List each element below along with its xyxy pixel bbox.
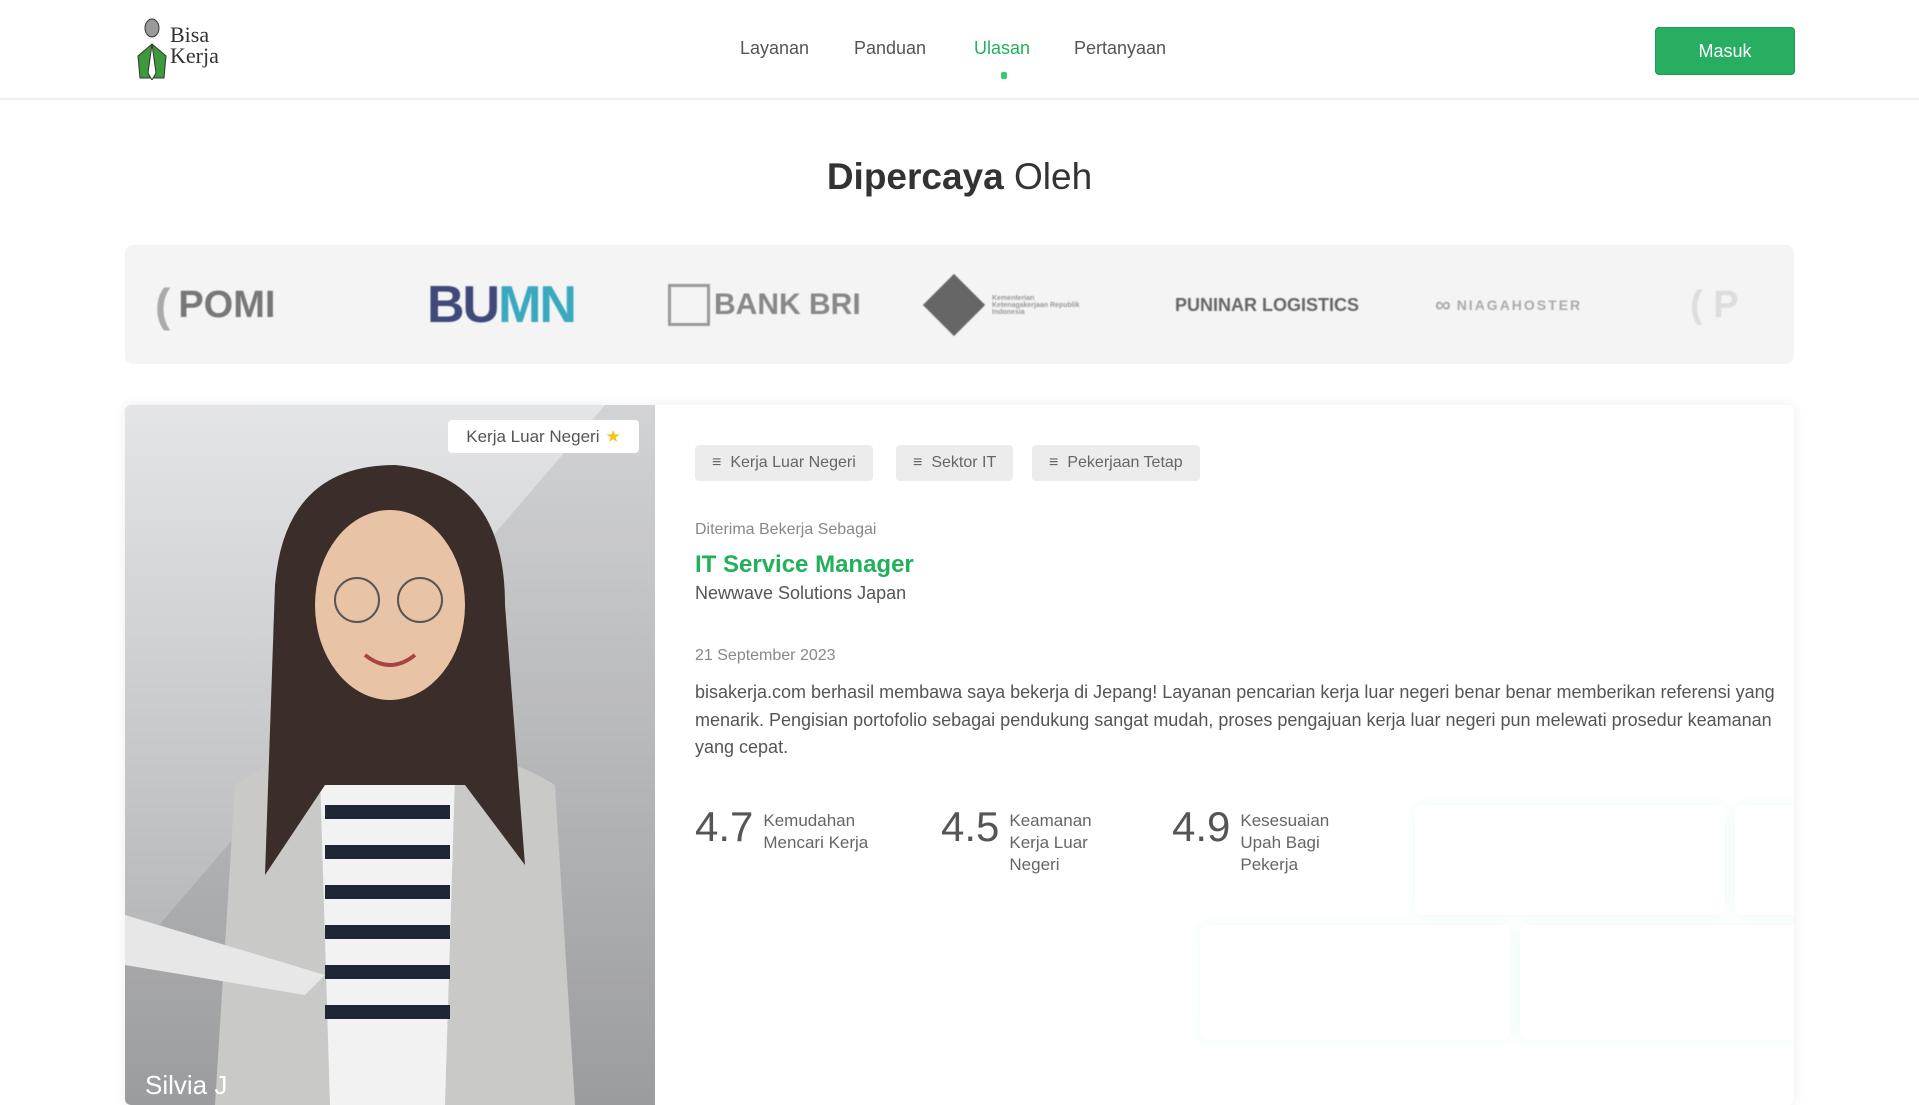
star-icon: ★: [605, 426, 621, 446]
section-title: Dipercaya Oleh: [826, 156, 1093, 197]
brand-mascot-icon: [137, 18, 167, 82]
filter-icon: ≡: [913, 454, 923, 471]
tag-chip[interactable]: ≡ Pekerjaan Tetap: [1032, 445, 1200, 481]
accepted-label: Diterima Bekerja Sebagai: [695, 521, 877, 538]
partner-logo-strip: (POMI BU MN BANK BRI Kementerian Ketenaga…: [125, 245, 1794, 364]
review-text: bisakerja.com berhasil membawa saya beke…: [695, 682, 1775, 757]
review-date: 21 September 2023: [695, 647, 836, 664]
nav-panduan[interactable]: Panduan: [854, 38, 926, 59]
logo-kemnaker: Kementerian Ketenagakerjaan Republik Ind…: [922, 273, 1082, 337]
rating-item: 4.5 Keamanan Kerja Luar Negeri: [941, 803, 1092, 875]
nav-layanan[interactable]: Layanan: [740, 38, 809, 59]
filter-icon: ≡: [1049, 454, 1059, 471]
brand-logo[interactable]: Bisa Kerja: [132, 18, 242, 82]
logo-pomi-faded: ( P: [1690, 283, 1739, 326]
rating-item: 4.9 Kesesuaian Upah Bagi Pekerja: [1172, 803, 1330, 875]
company-name: Newwave Solutions Japan: [695, 583, 907, 603]
job-title: IT Service Manager: [695, 551, 914, 578]
reviewer-name: Silvia J: [145, 1070, 228, 1100]
tag-chip[interactable]: ≡ Sektor IT: [896, 445, 1014, 481]
reviewer-photo: Kerja Luar Negeri ★ Silvia J: [125, 405, 655, 1105]
login-button[interactable]: Masuk: [1655, 27, 1795, 75]
nav-pertanyaan[interactable]: Pertanyaan: [1074, 38, 1166, 59]
logo-niagahoster: ∞ NIAGAHOSTER: [1435, 292, 1583, 317]
nav-ulasan[interactable]: Ulasan: [974, 38, 1030, 59]
logo-bumn: BU MN: [427, 276, 577, 334]
filter-icon: ≡: [712, 454, 722, 471]
reviewer-silhouette: [125, 405, 655, 1105]
logo-pomi: (POMI: [155, 279, 276, 331]
rating-item: 4.7 Kemudahan Mencari Kerja: [695, 803, 869, 853]
active-indicator: [1001, 72, 1007, 79]
review-card: Kerja Luar Negeri ★ Silvia J ≡ Kerja Luar …: [125, 405, 1794, 1105]
tag-chip[interactable]: ≡ Kerja Luar Negeri: [695, 445, 873, 481]
category-badge: Kerja Luar Negeri ★: [448, 420, 639, 453]
logo-bank-bri: BANK BRI: [668, 275, 861, 335]
logo-puninar: PUNINAR LOGISTICS: [1175, 294, 1360, 315]
top-navbar: Bisa Kerja Layanan Panduan Ulasan Pertany…: [0, 0, 1919, 100]
